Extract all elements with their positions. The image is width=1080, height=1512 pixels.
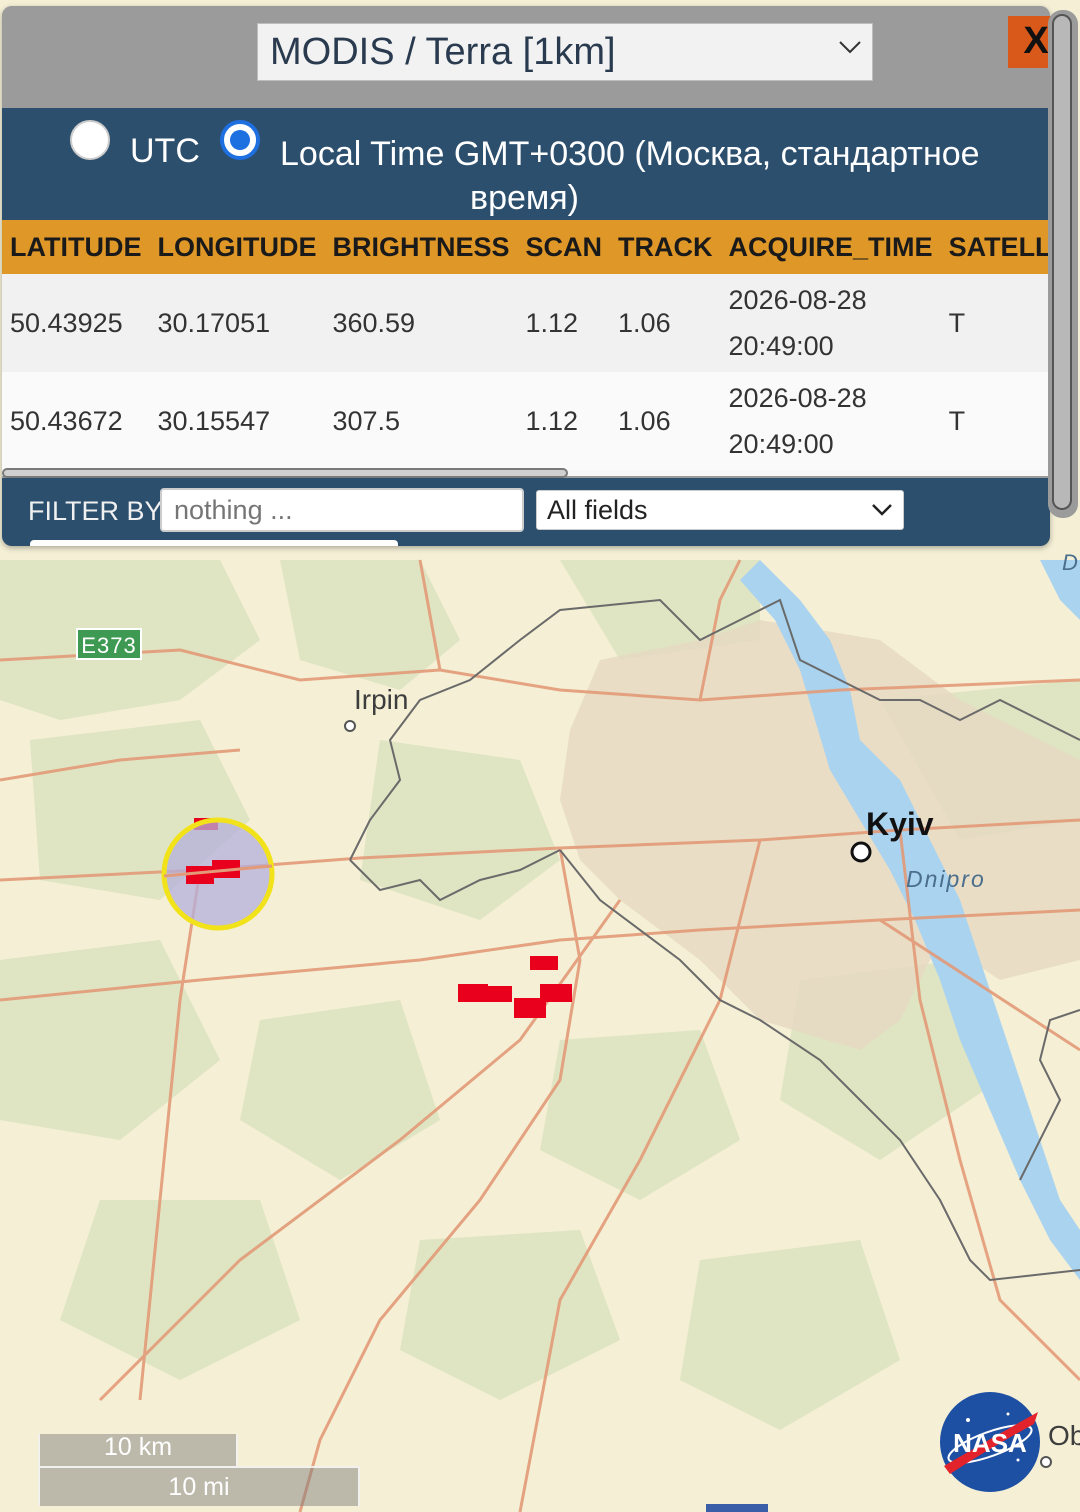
nasa-meatball-icon: NASA [940, 1392, 1040, 1492]
acquire-clock: 20:49:00 [728, 429, 834, 459]
scale-bar-km: 10 km [38, 1434, 238, 1468]
irpin-marker [344, 720, 356, 732]
column-header[interactable]: LATITUDE [2, 220, 150, 274]
acquire-clock: 20:49:00 [728, 331, 834, 361]
acquire-date: 2026-08-28 [728, 383, 867, 413]
cell-latitude: 50.43672 [2, 372, 150, 470]
column-header[interactable]: BRIGHTNESS [324, 220, 518, 274]
panel-header: MODIS / Terra [1km] [2, 6, 1050, 108]
cell-scan: 1.12 [517, 274, 611, 372]
local-time-label-line2: время) [470, 179, 579, 217]
cell-satellite: T [940, 372, 1050, 470]
fire-info-panel: MODIS / Terra [1km] UTC Local Time GMT+0… [2, 6, 1050, 546]
filter-label: FILTER BY [28, 496, 163, 526]
radio-local-time-label[interactable]: Local Time GMT+0300 (Москва, стандартное… [280, 132, 1040, 220]
map-edge-label-ob: Ob [1048, 1420, 1080, 1451]
filter-input[interactable] [160, 488, 524, 532]
cell-satellite: T [940, 274, 1050, 372]
radio-utc-label[interactable]: UTC [130, 132, 200, 171]
radio-local-time[interactable] [220, 120, 260, 160]
column-header[interactable]: SATELLITE [940, 220, 1050, 274]
cell-longitude: 30.17051 [149, 274, 325, 372]
place-label-kyiv: Kyiv [866, 806, 934, 842]
local-time-label-line1: Local Time GMT+0300 (Москва, стандартное [280, 135, 980, 173]
road-shield-e373: E373 [76, 628, 142, 660]
nasa-logo[interactable]: NASA [938, 1390, 1042, 1494]
time-zone-bar: UTC Local Time GMT+0300 (Москва, стандар… [2, 108, 1050, 220]
cell-track: 1.06 [610, 274, 721, 372]
chevron-down-icon [839, 41, 861, 54]
svg-text:NASA: NASA [953, 1428, 1027, 1458]
column-header[interactable]: LONGITUDE [149, 220, 325, 274]
fire-data-table[interactable]: LATITUDE LONGITUDE BRIGHTNESS SCAN TRACK… [2, 220, 1050, 476]
cell-acquire-time: 2026-08-28 20:49:00 [720, 274, 941, 372]
column-header[interactable]: ACQUIRE_TIME [720, 220, 941, 274]
kyiv-marker [850, 841, 872, 863]
filter-field-select-value: All fields [547, 495, 648, 525]
cell-track: 1.06 [610, 372, 721, 470]
satellite-select[interactable]: MODIS / Terra [1km] [257, 23, 873, 81]
scale-bar-mi: 10 mi [38, 1466, 360, 1506]
map-edge-label: D [1062, 550, 1078, 575]
filter-extra-control[interactable] [30, 540, 398, 546]
acquire-date: 2026-08-28 [728, 285, 867, 315]
cell-acquire-time: 2026-08-28 20:49:00 [720, 372, 941, 470]
column-header[interactable]: TRACK [610, 220, 721, 274]
table-row[interactable]: 50.43925 30.17051 360.59 1.12 1.06 2026-… [2, 274, 1050, 372]
cell-scan: 1.12 [517, 372, 611, 470]
scrollbar-thumb[interactable] [1052, 14, 1072, 510]
satellite-select-value: MODIS / Terra [1km] [270, 31, 616, 73]
table-horizontal-scrollbar[interactable] [2, 468, 568, 478]
cell-brightness: 360.59 [324, 274, 518, 372]
river-label-dnipro: Dnipro [906, 866, 986, 892]
radio-utc[interactable] [70, 120, 110, 160]
cell-latitude: 50.43925 [2, 274, 150, 372]
filter-field-select[interactable]: All fields [536, 490, 904, 530]
chevron-down-icon [872, 504, 892, 516]
table-row[interactable]: 50.43672 30.15547 307.5 1.12 1.06 2026-0… [2, 372, 1050, 470]
filter-bar: FILTER BY All fields [2, 478, 1050, 546]
table-header-row: LATITUDE LONGITUDE BRIGHTNESS SCAN TRACK… [2, 220, 1050, 274]
cell-longitude: 30.15547 [149, 372, 325, 470]
cell-brightness: 307.5 [324, 372, 518, 470]
place-label-irpin: Irpin [354, 684, 409, 715]
panel-vertical-scrollbar[interactable] [1048, 10, 1078, 518]
column-header[interactable]: SCAN [517, 220, 611, 274]
